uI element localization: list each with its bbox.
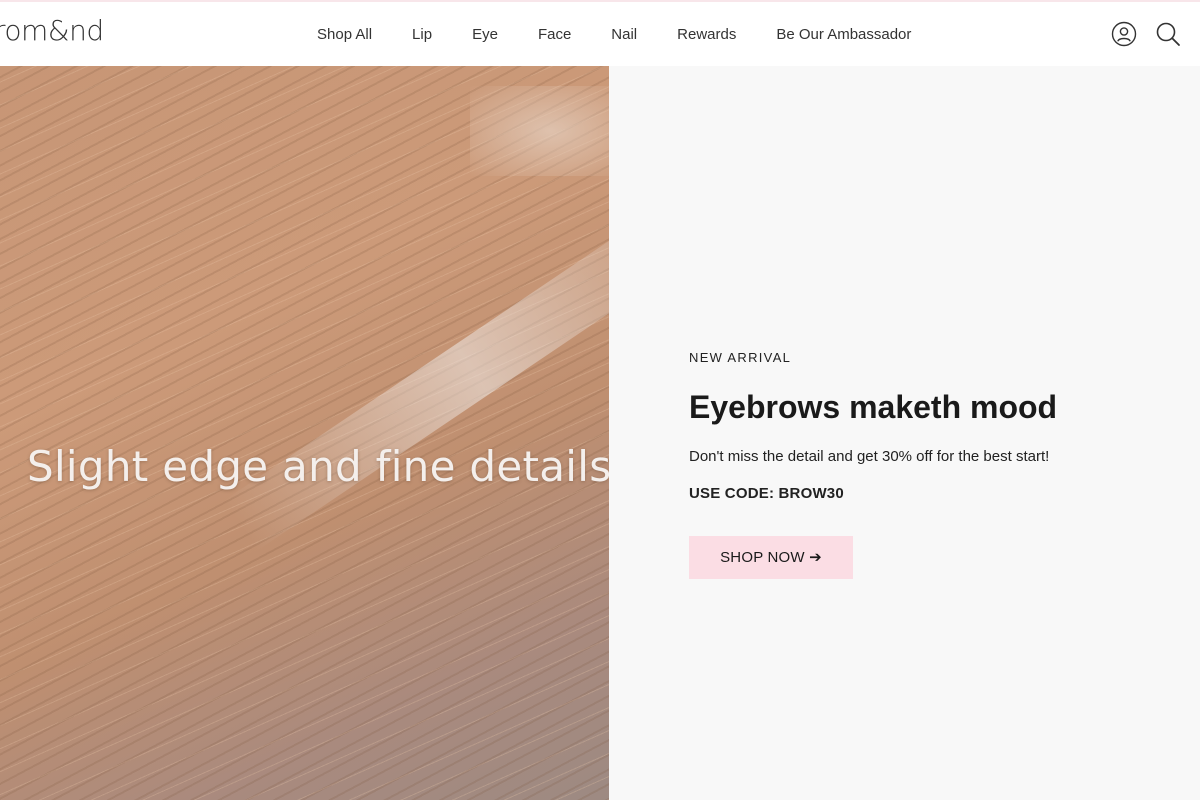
nav-item-lip[interactable]: Lip bbox=[412, 26, 432, 43]
nav-item-shop-all[interactable]: Shop All bbox=[317, 26, 372, 43]
main-nav: Shop All Lip Eye Face Nail Rewards Be Ou… bbox=[317, 2, 911, 66]
site-header: rom&nd Shop All Lip Eye Face Nail Reward… bbox=[0, 2, 1200, 66]
brand-logo[interactable]: rom&nd bbox=[0, 14, 104, 47]
hero-content: NEW ARRIVAL Eyebrows maketh mood Don't m… bbox=[689, 350, 1169, 579]
account-icon bbox=[1111, 21, 1137, 47]
hero-image: Slight edge and fine details bbox=[0, 66, 609, 800]
promo-code: USE CODE: BROW30 bbox=[689, 484, 844, 502]
hero-eyebrow: NEW ARRIVAL bbox=[689, 350, 792, 365]
nav-item-be-our-ambassador[interactable]: Be Our Ambassador bbox=[776, 26, 911, 43]
hero-title: Eyebrows maketh mood bbox=[689, 389, 1058, 425]
hero-image-caption: Slight edge and fine details bbox=[27, 442, 609, 491]
hero-text-panel: NEW ARRIVAL Eyebrows maketh mood Don't m… bbox=[609, 66, 1200, 800]
header-icons bbox=[1110, 20, 1182, 48]
nav-item-eye[interactable]: Eye bbox=[472, 26, 498, 43]
nav-item-face[interactable]: Face bbox=[538, 26, 571, 43]
hero-description: Don't miss the detail and get 30% off fo… bbox=[689, 447, 1050, 465]
hero-image-highlight bbox=[470, 86, 609, 176]
shop-now-button[interactable]: SHOP NOW ➔ bbox=[689, 535, 853, 579]
search-icon bbox=[1156, 22, 1180, 46]
nav-item-rewards[interactable]: Rewards bbox=[677, 26, 736, 43]
hero-banner: Slight edge and fine details NEW ARRIVAL… bbox=[0, 66, 1200, 800]
account-button[interactable] bbox=[1110, 20, 1138, 48]
hero-image-sheen bbox=[223, 187, 609, 551]
search-button[interactable] bbox=[1154, 20, 1182, 48]
nav-item-nail[interactable]: Nail bbox=[611, 26, 637, 43]
